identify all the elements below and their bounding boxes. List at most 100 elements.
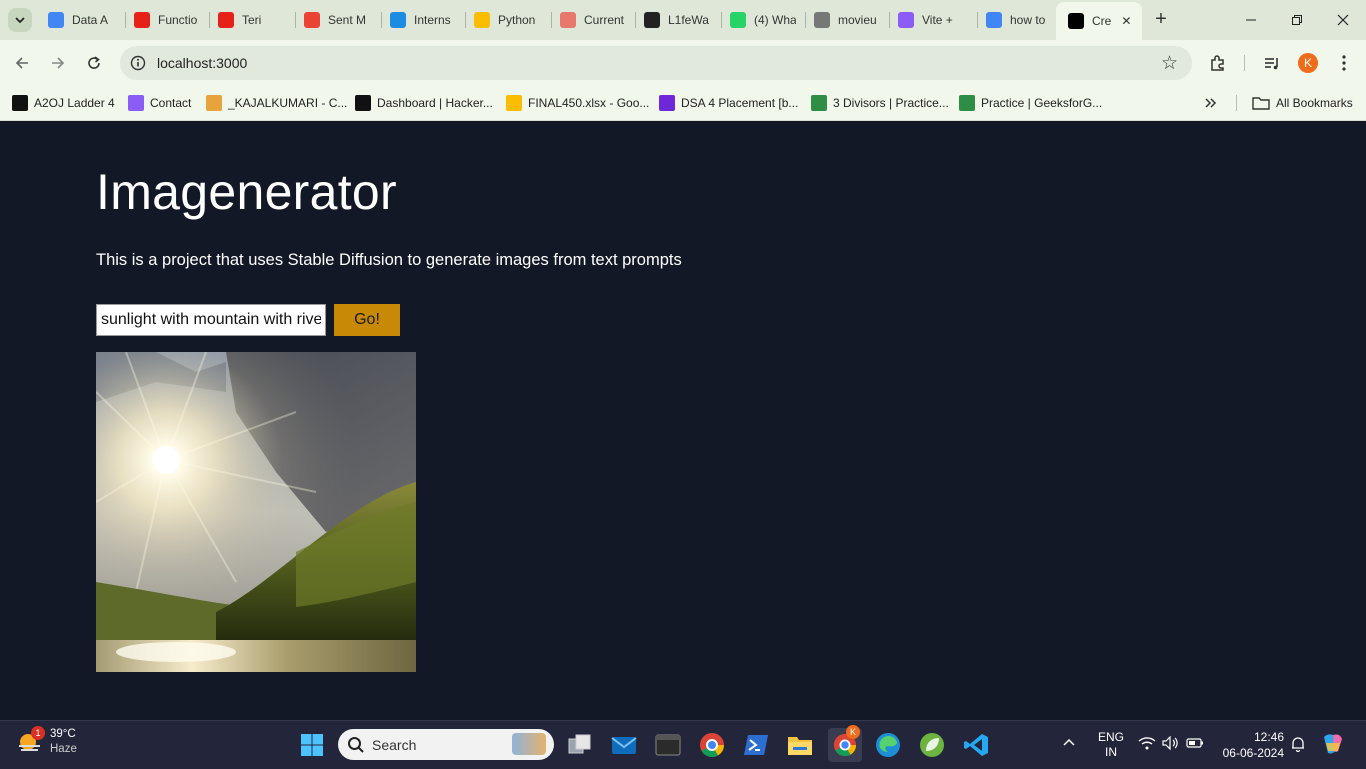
tab-github[interactable]: L1feWa [644,6,710,34]
chrome-profile-badge: K [846,725,860,739]
bookmark-item[interactable]: Dashboard | Hacker... [355,93,493,113]
powershell-app[interactable] [740,729,772,761]
spring-tool-app[interactable] [916,729,948,761]
vscode-app[interactable] [960,729,992,761]
close-icon [1337,14,1349,26]
page-description: This is a project that uses Stable Diffu… [96,251,682,269]
weather-badge: 1 [31,726,45,740]
forward-button[interactable] [46,51,70,75]
wifi-icon[interactable] [1138,736,1156,753]
geeksforgeeks-icon [959,95,975,111]
terminal-icon [655,734,681,756]
tab-whatsapp[interactable]: (4) Wha [730,6,796,34]
tab-globe[interactable]: movieu [814,6,880,34]
tab-title: Data A [72,13,109,27]
tab-separator [381,12,382,28]
tab-drive[interactable]: Python [474,6,540,34]
minimize-button[interactable] [1228,0,1274,40]
weather-icon: 1 [16,726,45,756]
tab-title: Teri [242,13,262,27]
url-text[interactable]: localhost:3000 [157,55,247,71]
profile-avatar[interactable]: K [1298,53,1318,73]
volume-icon[interactable] [1162,735,1180,753]
tab-youtube[interactable]: Teri [218,6,280,34]
task-view-button[interactable] [564,729,596,761]
bookmark-label: Dashboard | Hacker... [377,96,493,110]
go-button[interactable]: Go! [334,304,400,336]
nextjs-icon [1068,13,1084,29]
mail-app[interactable] [608,729,640,761]
edge-icon [876,733,900,757]
weather-widget[interactable]: 1 39°C Haze [16,726,77,757]
geeksforgeeks-icon [811,95,827,111]
leaf-icon [920,733,944,757]
restore-button[interactable] [1274,0,1320,40]
task-view-icon [568,734,591,754]
close-window-button[interactable] [1320,0,1366,40]
tab-google[interactable]: how to [986,6,1048,34]
chrome-icon [700,733,724,758]
notification-bell-icon[interactable] [1290,736,1306,755]
tab-claude[interactable]: Current [560,6,626,34]
language-indicator[interactable]: ENG IN [1098,730,1124,760]
terminal-app[interactable] [652,729,684,761]
tab-separator [125,12,126,28]
file-explorer-app[interactable] [784,729,816,761]
tab-nextjs[interactable]: Cre ✕ [1056,2,1142,40]
extensions-icon[interactable] [1206,51,1230,75]
bookmark-item[interactable]: A2OJ Ladder 4 [12,93,115,113]
tab-separator [889,12,890,28]
windows-icon [301,734,323,756]
tab-search-button[interactable] [8,8,32,32]
arrow-right-icon [52,57,65,69]
tab-title: Functio [158,13,198,27]
more-bookmarks-button[interactable] [1204,93,1218,113]
a2oj-icon [12,95,28,111]
search-icon [348,737,364,753]
tab-title: movieu [838,13,877,27]
start-button[interactable] [296,729,328,761]
powershell-icon [744,735,768,755]
reload-icon [88,56,100,69]
bookmark-item[interactable]: _KAJALKUMARI - C... [206,93,347,113]
show-hidden-icons-button[interactable] [1062,735,1076,752]
bookmark-item[interactable]: DSA 4 Placement [b... [659,93,798,113]
tab-docs[interactable]: Data A [48,6,114,34]
bookmark-item[interactable]: Practice | GeeksforG... [959,93,1102,113]
restore-icon [1292,15,1302,25]
media-control-icon[interactable] [1260,51,1284,75]
page-title: Imagenerator [96,164,397,220]
copilot-icon[interactable] [1320,731,1346,760]
tab-gmail[interactable]: Sent M [304,6,370,34]
chrome-profile-app[interactable]: K [828,725,862,762]
taskbar-search[interactable]: Search [338,729,554,760]
bookmark-label: Contact [150,96,192,110]
close-tab-icon[interactable]: ✕ [1121,14,1131,28]
search-placeholder: Search [372,737,417,753]
tab-vite[interactable]: Vite + [898,6,964,34]
bookmark-star-icon[interactable]: ☆ [1161,52,1178,75]
site-info-icon[interactable] [130,55,146,71]
bookmarks-bar: A2OJ Ladder 4 Contact _KAJALKUMARI - C... D… [0,86,1366,121]
bookmark-label: 3 Divisors | Practice... [833,96,949,110]
reload-button[interactable] [82,51,106,75]
address-bar[interactable]: localhost:3000 ☆ [120,46,1192,80]
edge-app[interactable] [872,729,904,761]
clock[interactable]: 12:46 06-06-2024 [1218,729,1284,761]
bookmark-item[interactable]: Contact [128,93,191,113]
battery-icon[interactable] [1186,737,1204,752]
tab-internshala[interactable]: Interns [390,6,456,34]
drive-icon [506,95,522,111]
youtube-icon [218,12,234,28]
new-tab-button[interactable]: + [1150,8,1172,30]
bookmark-item[interactable]: FINAL450.xlsx - Goo... [506,93,649,113]
prompt-input[interactable] [96,304,326,336]
tab-youtube[interactable]: Functio [134,6,202,34]
all-bookmarks-folder[interactable]: All Bookmarks [1252,93,1353,113]
chrome-app[interactable] [696,729,728,761]
tab-title: Sent M [328,13,367,27]
all-bookmarks-label: All Bookmarks [1276,96,1353,110]
back-button[interactable] [10,51,34,75]
menu-kebab-icon[interactable] [1332,51,1356,75]
bookmark-item[interactable]: 3 Divisors | Practice... [811,93,949,113]
